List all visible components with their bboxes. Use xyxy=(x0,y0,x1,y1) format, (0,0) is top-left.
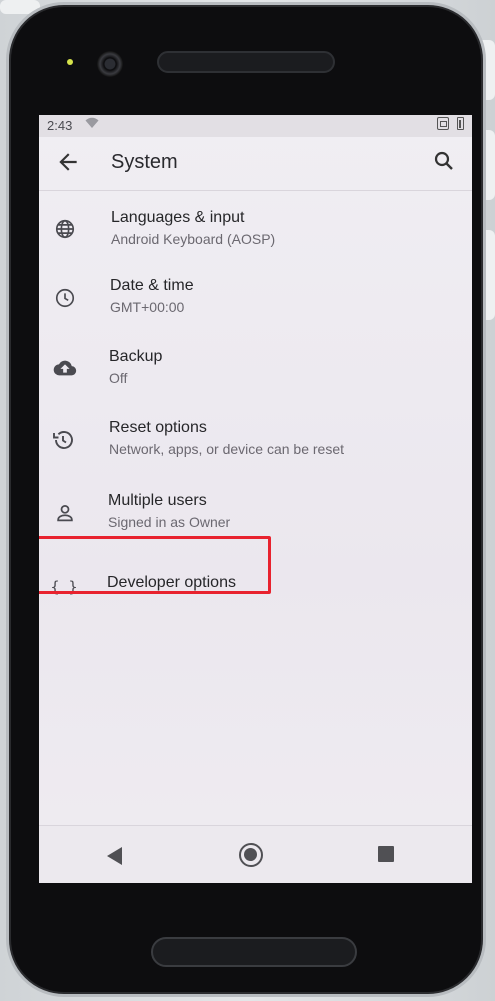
setting-subtitle: Signed in as Owner xyxy=(108,514,231,530)
setting-subtitle: Off xyxy=(109,370,128,386)
setting-title: Languages & input xyxy=(111,209,245,226)
setting-date-time[interactable]: Date & time GMT+00:00 xyxy=(39,267,472,333)
status-bar: 2:43 xyxy=(39,115,472,137)
setting-title: Multiple users xyxy=(108,492,207,509)
arrow-back-icon[interactable] xyxy=(55,149,81,175)
person-icon xyxy=(51,499,79,527)
bottom-speaker xyxy=(151,937,357,967)
page-title: System xyxy=(111,151,178,173)
setting-languages-input[interactable]: Languages & input Android Keyboard (AOSP… xyxy=(39,199,472,265)
globe-icon xyxy=(51,215,79,243)
setting-subtitle: GMT+00:00 xyxy=(110,299,185,315)
front-camera xyxy=(97,51,123,77)
setting-title: Date & time xyxy=(110,277,194,294)
nav-home-icon[interactable] xyxy=(239,843,263,867)
app-bar: System xyxy=(39,137,472,191)
setting-title: Backup xyxy=(109,348,163,365)
phone-screen: 2:43 System Languages & input Android Ke… xyxy=(39,115,472,883)
nav-recents-icon[interactable] xyxy=(378,846,394,862)
setting-subtitle: Network, apps, or device can be reset xyxy=(109,441,345,457)
wifi-icon xyxy=(85,117,99,132)
sim-card-icon xyxy=(437,117,449,130)
navigation-bar xyxy=(39,825,472,883)
battery-icon xyxy=(457,117,464,130)
cloud-upload-icon xyxy=(51,354,79,382)
status-time: 2:43 xyxy=(47,118,73,133)
history-icon xyxy=(49,426,77,454)
light-sensor xyxy=(67,59,73,65)
search-icon[interactable] xyxy=(432,149,456,173)
highlight-box xyxy=(39,536,271,594)
nav-back-icon[interactable] xyxy=(107,847,122,865)
setting-reset-options[interactable]: Reset options Network, apps, or device c… xyxy=(39,409,472,475)
phone-frame: 2:43 System Languages & input Android Ke… xyxy=(6,2,486,997)
setting-backup[interactable]: Backup Off xyxy=(39,338,472,404)
clock-icon xyxy=(51,284,79,312)
setting-subtitle: Android Keyboard (AOSP) xyxy=(111,231,276,247)
top-speaker xyxy=(157,51,335,73)
setting-title: Reset options xyxy=(109,419,207,436)
